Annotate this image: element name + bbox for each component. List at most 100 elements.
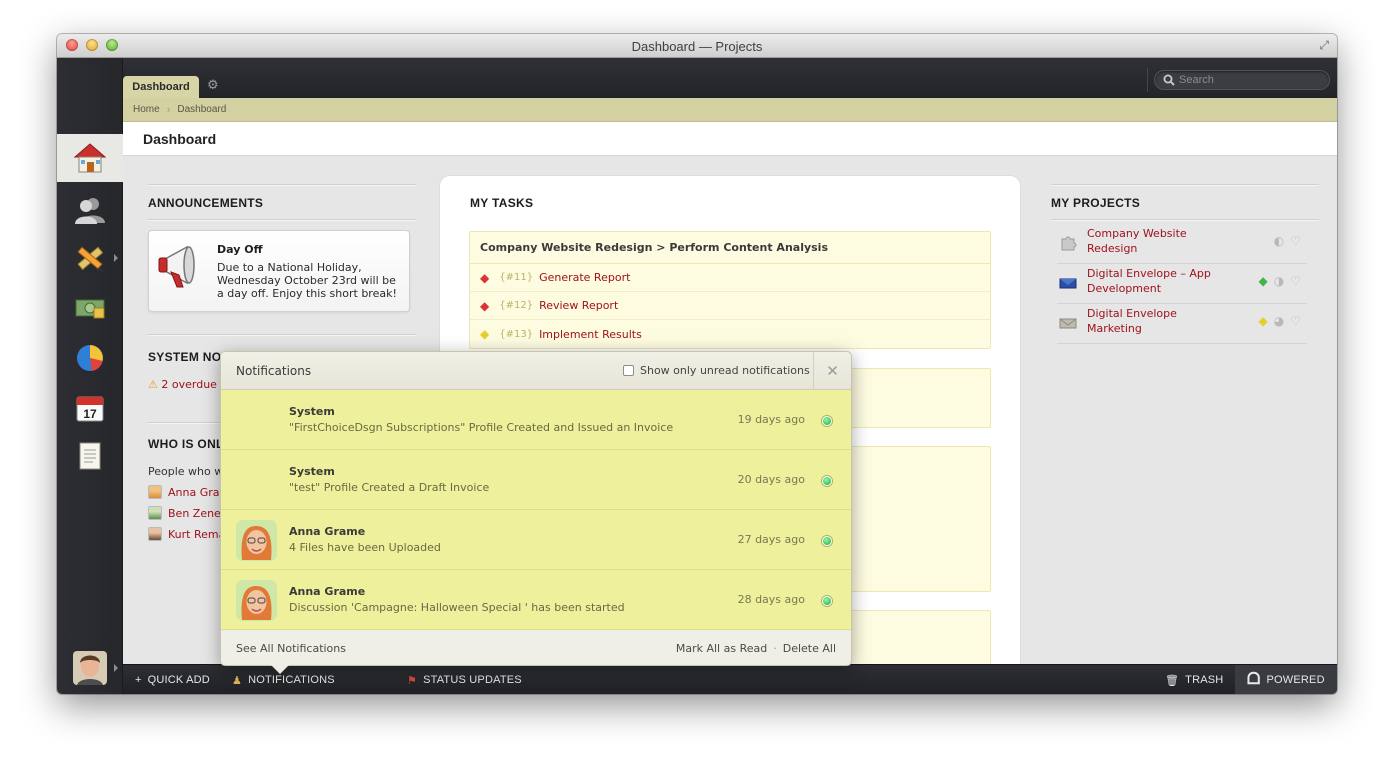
quick-add-button[interactable]: + QUICK ADD — [135, 665, 210, 694]
table-row[interactable]: ◆ {#12} Review Report — [470, 292, 990, 320]
favorite-heart-icon[interactable]: ♡ — [1290, 314, 1301, 328]
person-name[interactable]: Anna Grar — [168, 486, 224, 499]
progress-icon: ◑ — [1273, 274, 1285, 288]
unread-dot-icon[interactable] — [822, 596, 832, 606]
task-link[interactable]: Review Report — [539, 299, 618, 312]
powered-by-button[interactable]: ᗝ POWERED — [1247, 665, 1325, 694]
breadcrumb-separator-icon: › — [166, 103, 171, 116]
status-updates-button[interactable]: ⚑ STATUS UPDATES — [407, 665, 522, 694]
flag-icon: ⚑ — [407, 674, 418, 687]
person-name[interactable]: Kurt Rema — [168, 528, 225, 541]
envelope-app-icon — [1059, 278, 1077, 289]
table-row[interactable]: ◆ {#11} Generate Report — [470, 264, 990, 292]
unread-dot-icon[interactable] — [822, 536, 832, 546]
status-updates-label: STATUS UPDATES — [423, 674, 522, 686]
unread-dot-icon[interactable] — [822, 476, 832, 486]
fullscreen-icon[interactable]: ⤢ — [1319, 38, 1329, 53]
user-menu[interactable] — [57, 644, 123, 692]
delete-all-link[interactable]: Delete All — [783, 642, 836, 655]
task-group-title[interactable]: Company Website Redesign > Perform Conte… — [470, 232, 990, 264]
breadcrumb-home[interactable]: Home — [133, 104, 160, 115]
unread-filter-checkbox[interactable]: Show only unread notifications — [623, 364, 810, 377]
trash-button[interactable]: 🗑 TRASH — [1165, 665, 1223, 694]
who-is-online-title: WHO IS ONL — [148, 437, 224, 451]
search-input[interactable] — [1179, 73, 1319, 87]
breadcrumb-current[interactable]: Dashboard — [177, 104, 226, 115]
notification-time: 27 days ago — [737, 533, 805, 546]
search-icon — [1163, 74, 1175, 86]
tag-green-icon: ◆ — [1258, 274, 1268, 288]
sidebar-item-reports[interactable] — [57, 334, 123, 382]
notification-message: 4 Files have been Uploaded — [289, 541, 441, 554]
tag-yellow-icon: ◆ — [1258, 314, 1268, 328]
project-link[interactable]: Company Website Redesign — [1087, 226, 1227, 256]
tag-yellow-icon: ◆ — [480, 327, 490, 341]
pie-chart-icon — [77, 345, 103, 371]
sidebar-item-finance[interactable] — [57, 284, 123, 332]
favorite-heart-icon[interactable]: ♡ — [1290, 274, 1301, 288]
tab-dashboard[interactable]: Dashboard — [123, 76, 199, 98]
divider — [1051, 219, 1319, 220]
tag-red-icon: ◆ — [480, 270, 490, 285]
notification-message: Discussion 'Campagne: Halloween Special … — [289, 601, 625, 614]
notifications-popover: Notifications Show only unread notificat… — [220, 351, 852, 674]
window-title: Dashboard — Projects — [631, 39, 763, 54]
announcements-title: ANNOUNCEMENTS — [148, 196, 264, 210]
money-icon — [75, 299, 105, 319]
footer-actions: Mark All as Read · Delete All — [676, 642, 836, 655]
task-link[interactable]: Implement Results — [539, 328, 642, 341]
project-tools: ◆ ◕ ♡ — [1259, 314, 1301, 328]
table-row[interactable]: ◆ {#13} Implement Results — [470, 320, 990, 348]
notification-item[interactable]: System "test" Profile Created a Draft In… — [221, 450, 851, 510]
search-box — [1154, 70, 1330, 90]
sidebar-item-calendar[interactable]: 17 — [57, 384, 123, 432]
my-projects-title: MY PROJECTS — [1051, 196, 1141, 210]
activecollab-logo-icon: ᗝ — [1247, 671, 1261, 688]
page-header: Dashboard — [123, 122, 1337, 156]
unread-dot-icon[interactable] — [822, 416, 832, 426]
notification-item[interactable]: System "FirstChoiceDsgn Subscriptions" P… — [221, 390, 851, 450]
announcement-card[interactable]: Day Off Due to a National Holiday, Wedne… — [148, 230, 410, 312]
notification-message: "FirstChoiceDsgn Subscriptions" Profile … — [289, 421, 674, 434]
list-item[interactable]: Digital Envelope Marketing ◆ ◕ ♡ — [1057, 304, 1307, 344]
person-name[interactable]: Ben Zene — [168, 507, 221, 520]
trash-icon: 🗑 — [1165, 674, 1180, 687]
progress-icon: ◕ — [1273, 314, 1285, 328]
list-item[interactable]: Kurt Rema — [148, 527, 225, 541]
quick-add-label: QUICK ADD — [147, 674, 210, 686]
favorite-heart-icon[interactable]: ♡ — [1290, 234, 1301, 248]
page-title: Dashboard — [143, 131, 217, 147]
gear-icon[interactable]: ⚙ — [207, 78, 219, 93]
close-icon[interactable]: ✕ — [813, 352, 851, 390]
topbar-divider — [1147, 68, 1148, 92]
list-item[interactable]: Ben Zene — [148, 506, 221, 520]
list-item[interactable]: Company Website Redesign ◐ ♡ — [1057, 224, 1307, 264]
mark-all-read-link[interactable]: Mark All as Read — [676, 642, 767, 655]
divider — [148, 219, 416, 220]
list-item[interactable]: Anna Grar — [148, 485, 224, 499]
task-link[interactable]: Generate Report — [539, 271, 630, 284]
divider — [1051, 184, 1319, 185]
warning-icon: ⚠ — [148, 378, 158, 391]
avatar — [148, 527, 162, 541]
notification-sender: System — [289, 465, 335, 478]
checkbox[interactable] — [623, 365, 634, 376]
notification-item[interactable]: Anna Grame 4 Files have been Uploaded 27… — [221, 510, 851, 570]
sidebar-item-documents[interactable] — [57, 432, 123, 480]
sidebar-item-home[interactable] — [57, 134, 123, 182]
notifications-label: NOTIFICATIONS — [248, 674, 335, 686]
list-item[interactable]: Digital Envelope – App Development ◆ ◑ ♡ — [1057, 264, 1307, 304]
people-icon — [75, 198, 105, 224]
system-notice-alert[interactable]: ⚠ 2 overdue — [148, 378, 217, 391]
project-link[interactable]: Digital Envelope – App Development — [1087, 266, 1227, 296]
sidebar-item-people[interactable] — [57, 186, 123, 234]
divider — [148, 334, 416, 335]
project-link[interactable]: Digital Envelope Marketing — [1087, 306, 1227, 336]
task-group: Company Website Redesign > Perform Conte… — [469, 231, 991, 349]
notifications-header: Notifications Show only unread notificat… — [221, 352, 851, 390]
my-tasks-title: MY TASKS — [470, 196, 534, 210]
sidebar-item-projects[interactable] — [57, 234, 123, 282]
notification-item[interactable]: Anna Grame Discussion 'Campagne: Hallowe… — [221, 570, 851, 630]
overdue-link[interactable]: 2 overdue — [161, 378, 217, 391]
see-all-notifications-link[interactable]: See All Notifications — [236, 642, 346, 655]
